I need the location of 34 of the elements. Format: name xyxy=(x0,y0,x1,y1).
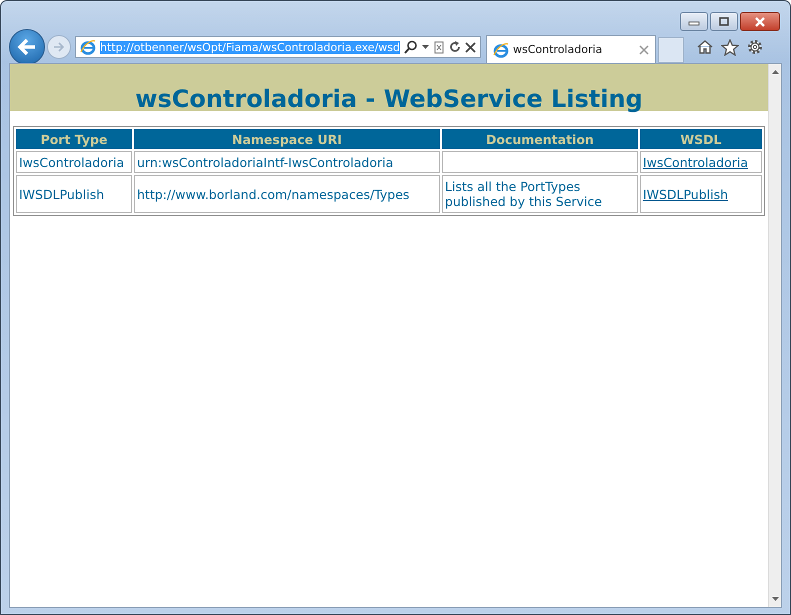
maximize-button[interactable] xyxy=(710,12,738,31)
column-header: WSDL xyxy=(640,129,762,149)
documentation-text: Lists all the PortTypes published by this Service xyxy=(444,179,602,209)
home-icon[interactable] xyxy=(696,39,714,55)
scroll-down-icon[interactable] xyxy=(772,597,778,601)
dropdown-caret-icon[interactable] xyxy=(422,44,429,50)
minimize-button[interactable] xyxy=(680,12,708,31)
scroll-up-icon[interactable] xyxy=(772,70,778,74)
settings-icon[interactable] xyxy=(746,38,764,56)
forward-arrow-icon xyxy=(53,42,65,52)
column-header: Namespace URI xyxy=(134,129,440,149)
close-icon xyxy=(753,16,767,26)
table-cell: urn:wsControladoriaIntf-IwsControladoria xyxy=(134,151,440,173)
column-header: Documentation xyxy=(442,129,638,149)
compatibility-view-icon[interactable] xyxy=(433,40,445,54)
column-header: Port Type xyxy=(16,129,132,149)
back-button[interactable] xyxy=(9,29,45,65)
back-arrow-icon xyxy=(17,38,37,56)
close-tab-icon[interactable] xyxy=(639,44,649,54)
search-icon[interactable] xyxy=(404,40,418,54)
maximize-icon xyxy=(718,16,730,26)
table-cell: IwsControladoria xyxy=(16,151,132,173)
page-heading: wsControladoria - WebService Listing xyxy=(135,86,643,112)
vertical-scrollbar[interactable] xyxy=(768,64,781,607)
table-cell: http://www.borland.com/namespaces/Types xyxy=(134,175,440,213)
ie-logo-icon xyxy=(493,42,509,58)
browser-tab[interactable]: wsControladoria xyxy=(486,35,656,63)
table-cell: IWSDLPublish xyxy=(16,175,132,213)
ie-logo-icon xyxy=(80,39,96,55)
refresh-icon[interactable] xyxy=(449,41,461,53)
close-button[interactable] xyxy=(740,12,780,31)
stop-icon[interactable] xyxy=(465,42,476,52)
url-text: http://otbenner/wsOpt/Fiama/wsControladoria.exe/wsdl xyxy=(100,40,400,54)
star-icon[interactable] xyxy=(721,38,739,56)
